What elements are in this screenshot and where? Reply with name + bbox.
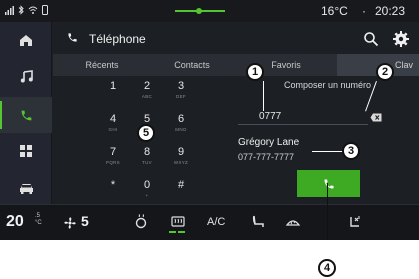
key-letters: PQRS	[106, 160, 120, 165]
key-letters: +	[145, 193, 149, 198]
rear-defrost-indicator-2	[178, 231, 185, 233]
rear-defrost-indicator	[169, 231, 176, 233]
fan-icon[interactable]	[63, 216, 77, 230]
gear-icon[interactable]	[392, 30, 410, 48]
key-1[interactable]: 1	[98, 80, 128, 106]
contact-suggestion-name[interactable]: Grégory Lane	[238, 137, 299, 148]
callout-line-1	[263, 81, 264, 111]
apps-grid-icon	[20, 145, 32, 157]
status-separator: ·	[362, 4, 366, 18]
callout-line-4	[327, 183, 328, 240]
backspace-icon[interactable]	[370, 113, 382, 122]
front-defrost-icon[interactable]	[285, 214, 301, 230]
key-digit: 6	[177, 113, 185, 125]
key-letters: MNO	[175, 127, 187, 132]
driver-temperature[interactable]: 20	[6, 213, 24, 231]
outside-temperature: 16°C	[321, 4, 348, 18]
key-letters: DEF	[176, 94, 186, 99]
key-letters: TUV	[142, 160, 152, 165]
seat-ventilation-icon[interactable]	[347, 214, 363, 230]
status-icons	[5, 5, 48, 15]
callout-2: 2	[376, 63, 394, 81]
signal-icon	[5, 5, 14, 15]
nav-item-vehicle[interactable]	[0, 170, 52, 206]
page-title: Téléphone	[89, 32, 146, 46]
phone-call-icon	[324, 179, 333, 188]
callout-5: 5	[137, 124, 155, 142]
key-digit: 9	[177, 146, 185, 158]
callout-1: 1	[246, 63, 264, 81]
key-letters: WXYZ	[173, 160, 189, 165]
tab-bar: Récents Contacts Favoris Clav	[53, 54, 419, 76]
bluetooth-icon	[18, 5, 24, 15]
seat-icon[interactable]	[250, 214, 266, 230]
key-8[interactable]: 8 TUV	[132, 146, 162, 172]
key-letters: ABC	[141, 94, 153, 99]
tab-contacts[interactable]: Contacts	[157, 54, 227, 76]
key-9[interactable]: 9 WXYZ	[166, 146, 196, 172]
key-digit: 4	[109, 113, 117, 125]
key-digit: *	[110, 179, 116, 191]
ac-button[interactable]: A/C	[207, 216, 225, 228]
status-accent-dot	[196, 8, 202, 14]
phone-icon	[21, 110, 31, 120]
car-icon	[19, 184, 33, 194]
temp-decimal: .5	[35, 213, 41, 219]
key-digit: 0	[143, 179, 151, 191]
wifi-icon	[28, 6, 38, 14]
nav-item-music[interactable]	[0, 58, 52, 94]
key-3[interactable]: 3 DEF	[166, 80, 196, 106]
key-hash[interactable]: #	[166, 179, 196, 205]
nav-item-home[interactable]	[0, 22, 52, 58]
clock: 20:23	[375, 4, 406, 18]
rear-defrost-icon[interactable]	[170, 214, 186, 230]
key-digit: #	[177, 179, 185, 191]
key-2[interactable]: 2 ABC	[132, 80, 162, 106]
phone-status-icon	[42, 5, 48, 15]
key-digit: 8	[143, 146, 151, 158]
nav-item-phone[interactable]	[0, 97, 52, 133]
callout-4: 4	[318, 259, 336, 277]
climate-bar: 20 .5 °C 5 A/C	[0, 204, 419, 240]
seat-heat-icon[interactable]	[133, 214, 149, 230]
key-6[interactable]: 6 MNO	[166, 113, 196, 139]
contact-suggestion-number[interactable]: 077-777-7777	[238, 152, 294, 162]
dial-keypad: 1 2ABC 3DEF 4GHI 5JKL 6MNO 7PQRS 8TUV 9W…	[95, 80, 215, 200]
dial-input-underline	[238, 124, 368, 125]
call-button[interactable]	[297, 170, 360, 197]
app-header: Téléphone	[53, 24, 419, 54]
driver-temperature-decimal: .5 °C	[35, 213, 42, 227]
phone-title-icon	[68, 33, 77, 42]
key-letters: GHI	[108, 127, 118, 132]
home-icon	[20, 34, 32, 46]
music-icon	[20, 69, 33, 82]
key-digit: 2	[143, 80, 151, 92]
key-0[interactable]: 0 +	[132, 179, 162, 205]
dial-number-input[interactable]: 0777	[259, 111, 281, 122]
key-4[interactable]: 4 GHI	[98, 113, 128, 139]
temp-unit: °C	[35, 220, 42, 226]
left-navigation	[0, 22, 52, 204]
infotainment-screen: 16°C · 20:23 Téléphone Récents Contacts …	[0, 0, 419, 240]
key-digit: 3	[177, 80, 185, 92]
search-icon[interactable]	[363, 31, 379, 47]
key-digit: 7	[109, 146, 117, 158]
key-star[interactable]: *	[98, 179, 128, 205]
key-digit: 1	[109, 80, 117, 92]
tab-recents[interactable]: Récents	[67, 54, 137, 76]
status-bar: 16°C · 20:23	[0, 0, 419, 22]
key-7[interactable]: 7 PQRS	[98, 146, 128, 172]
dial-label: Composer un numéro	[284, 80, 372, 90]
fan-level[interactable]: 5	[81, 213, 89, 229]
callout-3: 3	[342, 142, 360, 160]
nav-item-apps[interactable]	[0, 133, 52, 169]
